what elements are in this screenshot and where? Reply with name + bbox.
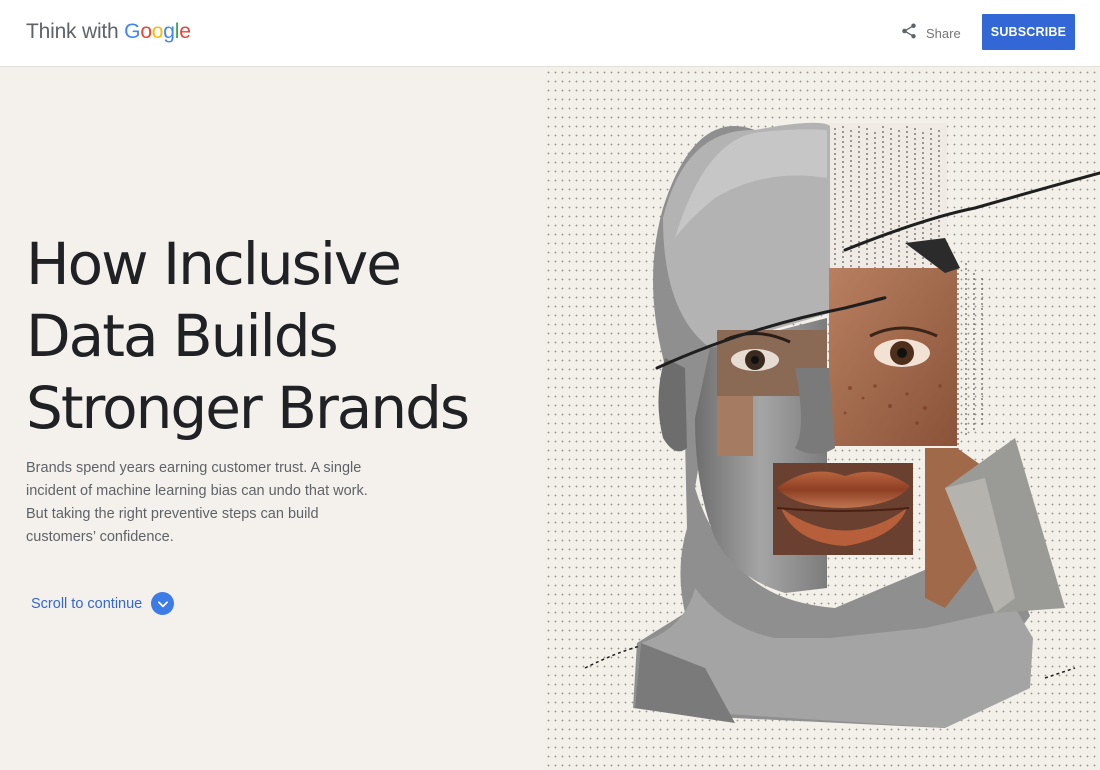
subscribe-button[interactable]: SUBSCRIBE	[982, 14, 1075, 50]
scroll-label: Scroll to continue	[31, 595, 143, 612]
chevron-down-icon	[151, 592, 175, 615]
face-collage-illustration	[584, 122, 1100, 729]
think-with-google-logo[interactable]: Think with Google	[26, 20, 191, 44]
top-nav-bar: Think with Google Share SUBSCRIBE	[0, 0, 1100, 67]
share-button[interactable]: Share	[900, 22, 961, 44]
title-line: How Inclusive	[26, 230, 402, 298]
page-title: How Inclusive Data Builds Stronger Brand…	[26, 228, 536, 444]
share-label: Share	[926, 25, 961, 41]
share-icon	[900, 22, 918, 45]
scroll-to-continue-link[interactable]: Scroll to continue	[31, 592, 175, 615]
title-line: Stronger Brands	[26, 374, 470, 442]
hero-illustration	[545, 68, 1100, 770]
hero-description: Brands spend years earning customer trus…	[26, 460, 368, 545]
title-line: Data Builds	[26, 302, 339, 370]
logo-brand: Google	[124, 20, 191, 43]
logo-prefix: Think with	[26, 20, 125, 43]
